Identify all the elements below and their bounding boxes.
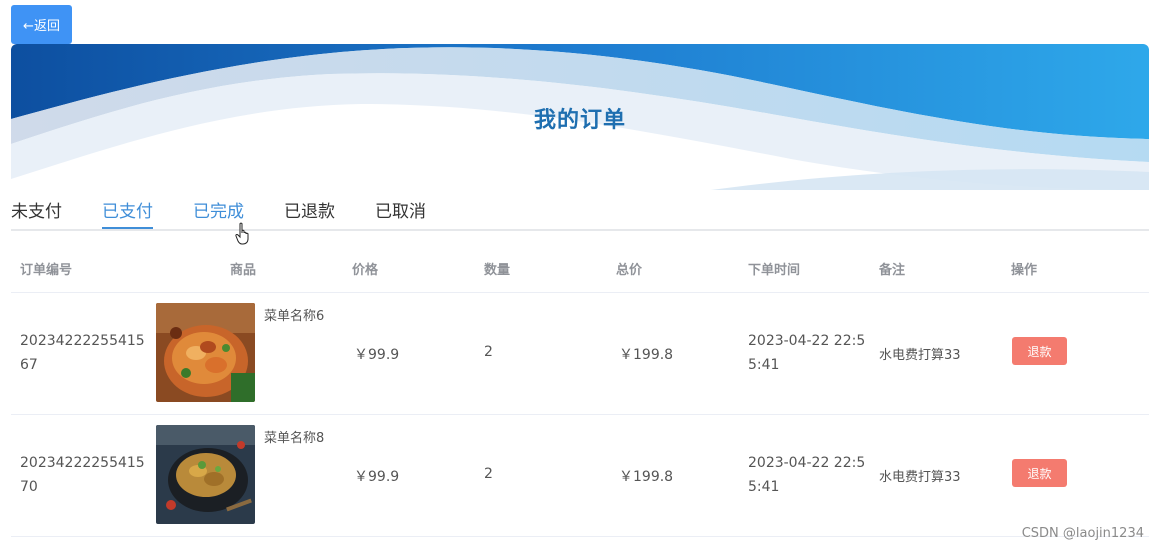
refund-button[interactable]: 退款 [1012,459,1067,487]
tab-refunded[interactable]: 已退款 [284,199,335,229]
back-button[interactable]: ←返回 [11,5,72,44]
total-price: ￥199.8 [619,347,674,363]
price: ￥99.9 [354,469,400,485]
dish-image [156,303,255,402]
order-time: 2023-04-22 22:55:41 [748,333,866,373]
header-quantity: 数量 [484,263,511,278]
header-remark: 备注 [879,263,906,278]
table-row: 2023422225541570 菜单名称8 ￥99.9 2 ￥199.8 20… [11,414,1149,537]
tabs-divider [11,229,1149,231]
tab-paid[interactable]: 已支付 [102,199,153,229]
header-product: 商品 [230,263,257,278]
total-price: ￥199.8 [619,469,674,485]
quantity: 2 [484,344,493,360]
watermark: CSDN @laojin1234 [1021,526,1144,541]
header-order-time: 下单时间 [748,263,801,278]
price: ￥99.9 [354,347,400,363]
tab-unpaid[interactable]: 未支付 [11,199,62,229]
dish-image [156,425,255,524]
dish-name: 菜单名称8 [264,431,325,446]
remark: 水电费打算33 [879,348,961,363]
tab-cancelled[interactable]: 已取消 [375,199,426,229]
refund-button[interactable]: 退款 [1012,337,1067,365]
header-order-no: 订单编号 [20,263,73,278]
dish-name: 菜单名称6 [264,309,325,324]
order-number: 2023422225541570 [20,455,145,495]
header-action: 操作 [1011,263,1038,278]
hand-pointer-icon [235,222,249,245]
quantity: 2 [484,466,493,482]
order-number: 2023422225541567 [20,333,145,373]
page-banner: 我的订单 [11,44,1149,190]
header-price: 价格 [352,263,379,278]
table-header: 订单编号 商品 价格 数量 总价 下单时间 备注 操作 [11,246,1149,293]
page-title: 我的订单 [533,108,626,133]
remark: 水电费打算33 [879,470,961,485]
order-time: 2023-04-22 22:55:41 [748,455,866,495]
table-row: 2023422225541567 菜单名称6 ￥99.9 2 ￥199.8 20… [11,292,1149,415]
header-total: 总价 [616,263,643,278]
